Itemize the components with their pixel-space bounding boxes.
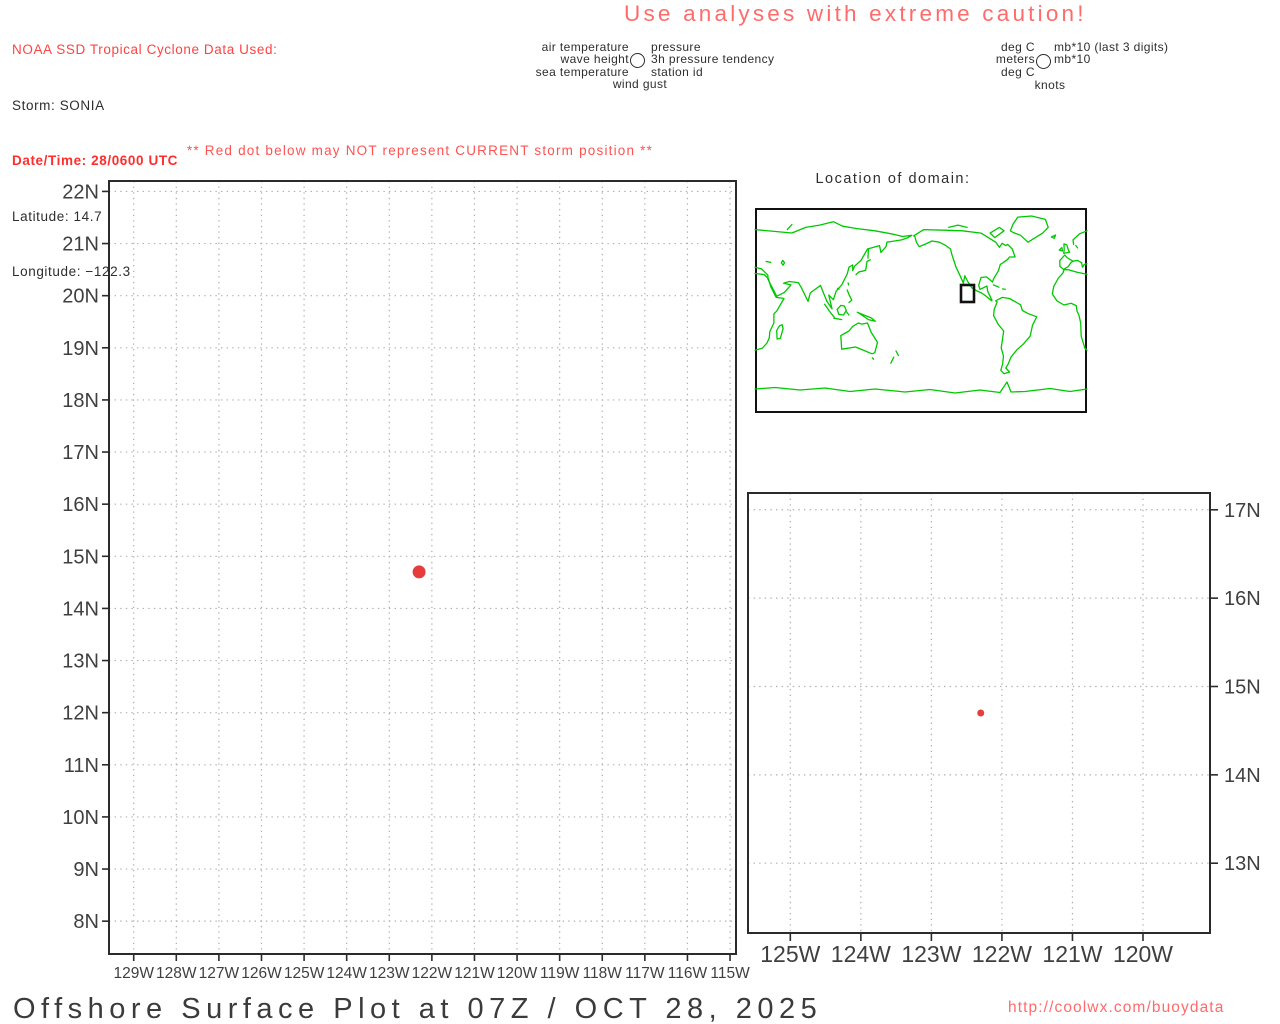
x-tick-label: 121W — [454, 965, 495, 982]
y-tick-label: 9N — [73, 859, 99, 881]
x-tick-label: 123W — [369, 965, 410, 982]
world-map — [754, 208, 1088, 413]
x-tick-label: 124W — [831, 941, 891, 967]
x-tick-label: 125W — [284, 965, 325, 982]
x-tick-label: 119W — [540, 965, 580, 982]
y-tick-label: 15N — [1224, 676, 1261, 698]
x-tick-label: 124W — [326, 965, 367, 982]
storm-dot — [412, 565, 426, 579]
world-map-border — [755, 208, 1087, 413]
y-tick-label: 20N — [62, 286, 99, 308]
y-tick-label: 13N — [1224, 853, 1261, 875]
plot-title: Offshore Surface Plot at 07Z / OCT 28, 2… — [13, 993, 823, 1024]
x-tick-label: 129W — [113, 965, 154, 982]
y-tick-label: 12N — [62, 703, 99, 725]
y-tick-label: 16N — [1224, 588, 1261, 610]
x-tick-label: 123W — [901, 941, 961, 967]
source-url[interactable]: http://coolwx.com/buoydata — [1008, 999, 1224, 1017]
x-tick-label: 118W — [583, 965, 623, 982]
y-tick-label: 18N — [62, 390, 99, 412]
y-tick-label: 15N — [62, 546, 99, 568]
y-tick-label: 8N — [73, 911, 99, 933]
y-tick-label: 16N — [62, 494, 99, 516]
x-tick-label: 127W — [199, 965, 240, 982]
x-tick-label: 116W — [668, 965, 708, 982]
y-tick-label: 17N — [1224, 500, 1261, 522]
zoom-domain-plot: 125W 124W 123W 122W 121W 120W 17N 16N 15N 14N 13N — [747, 492, 1261, 967]
coastlines — [754, 215, 1088, 394]
y-tick-label: 13N — [62, 651, 99, 673]
axis-ticks-and-labels: 129W 128W 127W 126W 125W 124W 123W 122W 121W 120W… — [62, 181, 750, 982]
y-tick-label: 17N — [62, 442, 99, 464]
y-tick-label: 14N — [1224, 765, 1261, 787]
storm-dot — [977, 709, 985, 717]
y-tick-label: 22N — [62, 181, 99, 203]
x-tick-label: 120W — [1113, 941, 1173, 967]
y-tick-label: 11N — [64, 755, 99, 777]
x-tick-label: 117W — [625, 965, 665, 982]
offshore-surface-plot-page: NOAA SSD Tropical Cyclone Data Used: Sto… — [0, 0, 1280, 1024]
y-tick-label: 10N — [62, 807, 99, 829]
axis-ticks-and-labels: 125W 124W 123W 122W 121W 120W 17N 16N 15N 14N 13N — [760, 500, 1260, 967]
x-tick-label: 121W — [1042, 941, 1102, 967]
main-domain-plot: 129W 128W 127W 126W 125W 124W 123W 122W 121W 120W… — [62, 180, 750, 982]
x-tick-label: 122W — [972, 941, 1032, 967]
x-tick-label: 122W — [412, 965, 453, 982]
y-tick-label: 19N — [62, 338, 99, 360]
x-tick-label: 115W — [710, 965, 750, 982]
x-tick-label: 120W — [497, 965, 538, 982]
y-tick-label: 21N — [62, 234, 99, 256]
x-tick-label: 128W — [156, 965, 197, 982]
plots-overlay: 129W 128W 127W 126W 125W 124W 123W 122W 121W 120W… — [62, 180, 1261, 982]
x-tick-label: 126W — [241, 965, 282, 982]
y-tick-label: 14N — [62, 598, 99, 620]
x-tick-label: 125W — [760, 941, 820, 967]
